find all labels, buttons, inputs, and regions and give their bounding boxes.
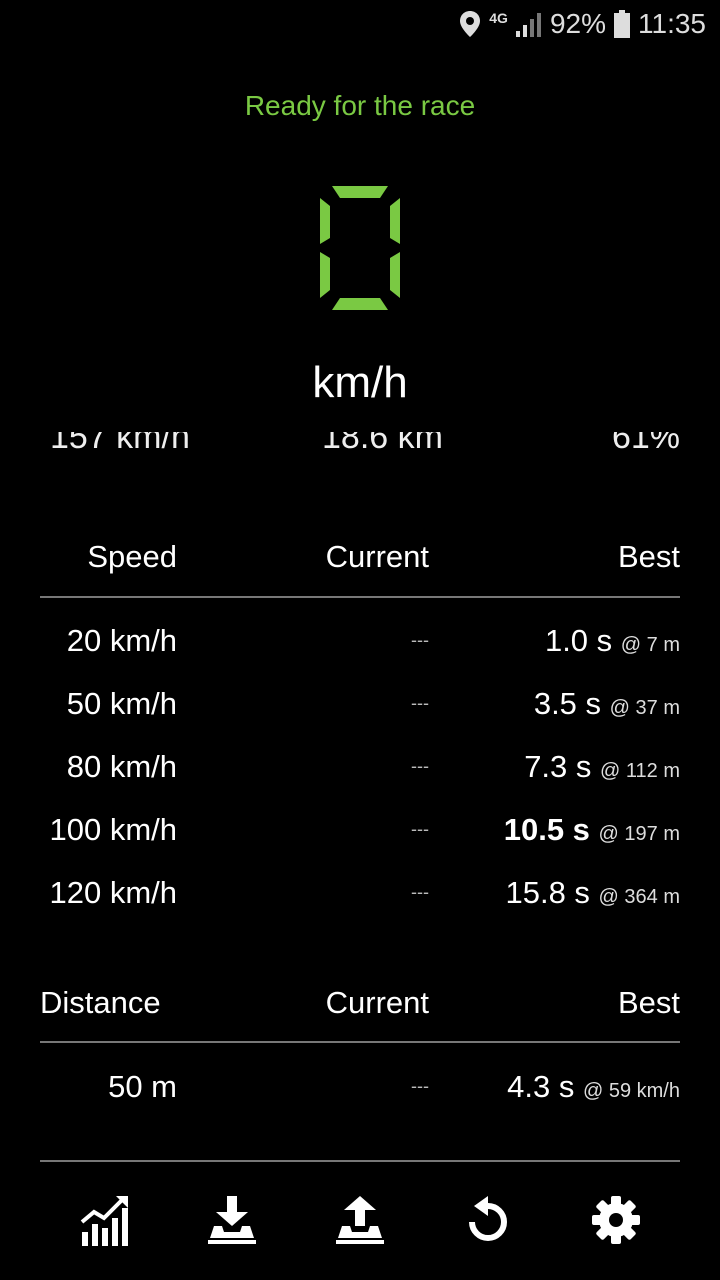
summary-distance: 18.6 km [322,432,443,456]
speed-table-divider [40,596,680,598]
best-time: 4.3 s [507,1068,575,1104]
signal-strength-icon [515,13,541,37]
distance-target-label: 50 m [108,1068,177,1104]
speed-target-label: 50 km/h [66,685,177,721]
speed-digit-display [320,186,400,310]
best-time: 7.3 s [524,748,592,784]
location-pin-icon [460,11,481,37]
best-at-distance: @ 364 m [598,885,680,908]
distance-table: 50 m --- 4.3 s @ 59 km/h [40,1055,680,1118]
battery-icon [614,10,630,38]
speed-table: 20 km/h --- 1.0 s @ 7 m 50 km/h --- 3.5 … [40,609,680,924]
speed-target-label: 20 km/h [66,622,177,658]
settings-button[interactable] [586,1190,646,1250]
best-at-distance: @ 112 m [600,759,680,782]
best-at-distance: @ 7 m [620,633,680,656]
download-icon [208,1196,256,1244]
upload-icon [336,1196,384,1244]
race-status-text: Ready for the race [244,90,476,121]
reset-icon [469,1196,507,1241]
speed-header-current: Current [325,539,429,574]
distance-header-label: Distance [40,985,161,1020]
settings-gear-icon [592,1196,640,1244]
speed-header-label: Speed [87,539,177,574]
table-row: 120 km/h --- 15.8 s @ 364 m [40,861,680,924]
export-button[interactable] [330,1190,390,1250]
current-time: --- [411,819,429,839]
table-row: 20 km/h --- 1.0 s @ 7 m [40,609,680,672]
distance-header-current: Current [325,985,429,1020]
best-at-speed: @ 59 km/h [582,1079,680,1102]
bottom-toolbar [0,1190,720,1260]
import-button[interactable] [202,1190,262,1250]
speed-unit-label: km/h [312,358,408,407]
network-type-label: 4G [489,10,508,26]
table-row: 80 km/h --- 7.3 s @ 112 m [40,735,680,798]
best-at-distance: @ 37 m [609,696,680,719]
current-time: --- [411,882,429,902]
battery-percentage: 92% [549,8,606,39]
table-row: 100 km/h --- 10.5 s @ 197 m [40,798,680,861]
speed-table-header: Speed Current Best [40,527,680,587]
current-time: --- [411,1076,429,1096]
best-at-distance: @ 197 m [598,822,680,845]
clock-time: 11:35 [638,8,706,39]
summary-row-clipped: 157 km/h 18.6 km 61% [0,432,720,460]
best-time: 15.8 s [505,874,590,910]
distance-table-header: Distance Current Best [40,973,680,1033]
table-row: 50 m --- 4.3 s @ 59 km/h [40,1055,680,1118]
toolbar-divider [40,1160,680,1162]
current-time: --- [411,693,429,713]
distance-header-best: Best [617,985,680,1020]
speed-target-label: 120 km/h [49,874,177,910]
table-row: 50 km/h --- 3.5 s @ 37 m [40,672,680,735]
distance-table-divider [40,1041,680,1043]
status-bar: 4G 92% 11:35 [0,0,720,50]
best-time: 10.5 s [503,811,590,847]
best-time: 3.5 s [533,685,602,721]
stats-chart-icon [80,1196,128,1246]
best-time: 1.0 s [544,622,613,658]
speed-target-label: 80 km/h [66,748,177,784]
summary-percentage: 61% [611,432,680,456]
speed-target-label: 100 km/h [49,811,177,847]
speed-header-best: Best [617,539,680,574]
stats-button[interactable] [75,1190,135,1250]
reset-button[interactable] [458,1190,518,1250]
current-time: --- [411,630,429,650]
current-time: --- [411,756,429,776]
summary-max-speed: 157 km/h [50,432,190,456]
